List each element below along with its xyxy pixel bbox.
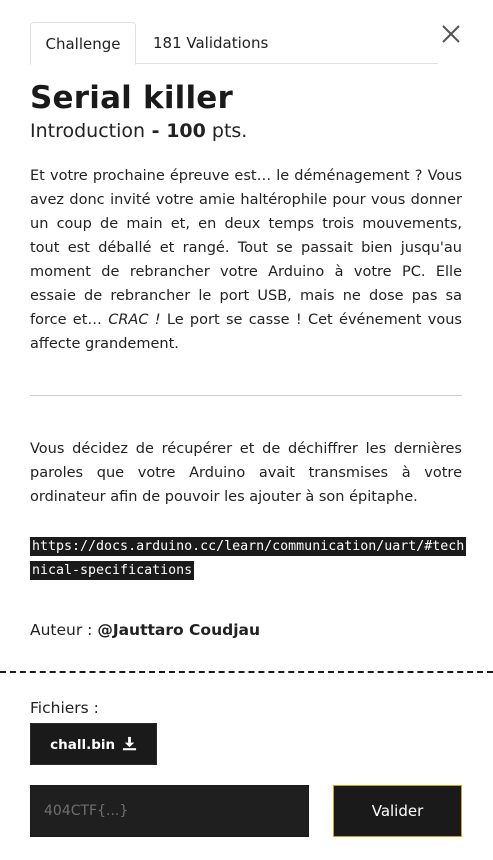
challenge-description: Et votre prochaine épreuve est… le démén… <box>30 164 462 356</box>
tab-validations[interactable]: 181 Validations <box>153 22 268 64</box>
challenge-points: 100 <box>166 120 206 142</box>
file-name: chall.bin <box>50 737 116 753</box>
flag-input[interactable] <box>30 785 309 837</box>
points-suffix: pts. <box>205 120 248 142</box>
challenge-modal: Challenge 181 Validations Serial killer … <box>0 0 493 860</box>
files-label: Fichiers : <box>30 699 99 717</box>
author-line: Auteur : @Jauttaro Coudjau <box>30 621 260 639</box>
download-icon <box>122 736 136 751</box>
challenge-subtitle: Introduction - 100 pts. <box>30 120 247 142</box>
challenge-title: Serial killer <box>30 80 234 116</box>
reference-link[interactable]: https://docs.arduino.cc/learn/communicat… <box>30 535 467 583</box>
submit-button[interactable]: Valider <box>333 785 462 837</box>
file-download-button[interactable]: chall.bin <box>30 723 157 765</box>
description-part-1: Et votre prochaine épreuve est… le démén… <box>30 168 462 328</box>
reference-link-text[interactable]: https://docs.arduino.cc/learn/communicat… <box>30 537 467 580</box>
divider <box>30 395 462 396</box>
description-italic: CRAC ! <box>108 312 161 328</box>
author-name: @Jauttaro Coudjau <box>97 621 261 639</box>
challenge-category: Introduction <box>30 120 146 142</box>
subtitle-separator: - <box>145 120 167 142</box>
author-label: Auteur : <box>30 621 98 639</box>
tab-bar: Challenge 181 Validations <box>30 22 438 65</box>
tab-challenge[interactable]: Challenge <box>30 22 136 65</box>
challenge-description-2: Vous décidez de récupérer et de déchiffr… <box>30 441 462 505</box>
dashed-divider <box>0 671 493 673</box>
close-icon[interactable] <box>439 22 463 46</box>
